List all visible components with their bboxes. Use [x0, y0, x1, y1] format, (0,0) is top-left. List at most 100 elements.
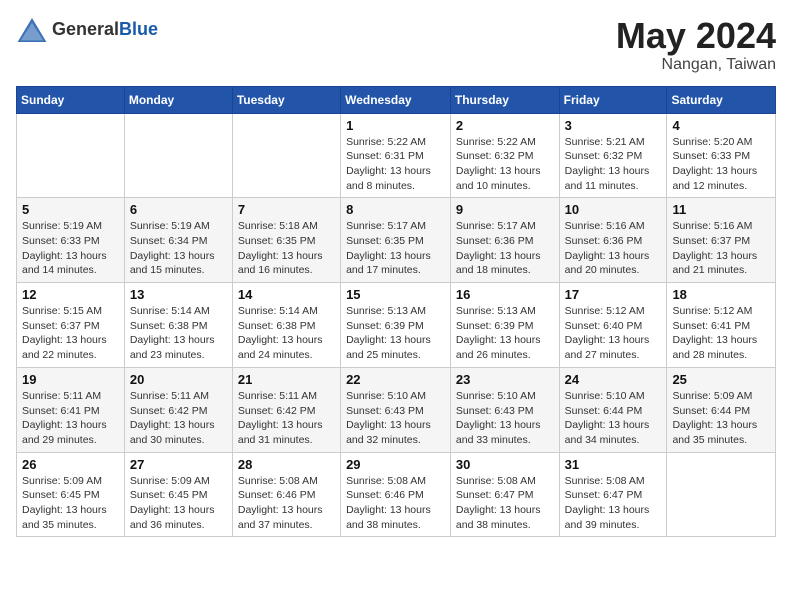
- day-info: Sunrise: 5:16 AMSunset: 6:36 PMDaylight:…: [565, 219, 662, 278]
- calendar-cell: [124, 113, 232, 198]
- day-info: Sunrise: 5:18 AMSunset: 6:35 PMDaylight:…: [238, 219, 335, 278]
- day-info: Sunrise: 5:13 AMSunset: 6:39 PMDaylight:…: [346, 304, 445, 363]
- day-number: 11: [672, 202, 770, 217]
- day-info: Sunrise: 5:08 AMSunset: 6:47 PMDaylight:…: [456, 474, 554, 533]
- calendar-cell: 24 Sunrise: 5:10 AMSunset: 6:44 PMDayligh…: [559, 367, 667, 452]
- calendar-cell: 23Sunrise: 5:10 AMSunset: 6:43 PMDayligh…: [450, 367, 559, 452]
- logo: GeneralBlue: [16, 16, 158, 44]
- day-number: 3: [565, 118, 662, 133]
- day-number: 25: [672, 372, 770, 387]
- day-number: 28: [238, 457, 335, 472]
- day-info: Sunrise: 5:17 AMSunset: 6:36 PMDaylight:…: [456, 219, 554, 278]
- calendar-cell: 27Sunrise: 5:09 AMSunset: 6:45 PMDayligh…: [124, 452, 232, 537]
- day-number: 31: [565, 457, 662, 472]
- calendar-cell: 10 Sunrise: 5:16 AMSunset: 6:36 PMDayligh…: [559, 198, 667, 283]
- calendar-week-row: 26 Sunrise: 5:09 AMSunset: 6:45 PMDayligh…: [17, 452, 776, 537]
- calendar-cell: [17, 113, 125, 198]
- day-info: Sunrise: 5:19 AMSunset: 6:34 PMDaylight:…: [130, 219, 227, 278]
- calendar-cell: 21Sunrise: 5:11 AMSunset: 6:42 PMDayligh…: [232, 367, 340, 452]
- day-number: 8: [346, 202, 445, 217]
- day-info: Sunrise: 5:09 AMSunset: 6:44 PMDaylight:…: [672, 389, 770, 448]
- day-number: 4: [672, 118, 770, 133]
- day-info: Sunrise: 5:20 AMSunset: 6:33 PMDaylight:…: [672, 135, 770, 194]
- day-info: Sunrise: 5:21 AMSunset: 6:32 PMDaylight:…: [565, 135, 662, 194]
- day-number: 18: [672, 287, 770, 302]
- calendar-cell: 17 Sunrise: 5:12 AMSunset: 6:40 PMDayligh…: [559, 283, 667, 368]
- calendar-cell: 12Sunrise: 5:15 AMSunset: 6:37 PMDayligh…: [17, 283, 125, 368]
- day-number: 26: [22, 457, 119, 472]
- day-info: Sunrise: 5:14 AMSunset: 6:38 PMDaylight:…: [130, 304, 227, 363]
- day-number: 17: [565, 287, 662, 302]
- day-info: Sunrise: 5:11 AMSunset: 6:42 PMDaylight:…: [130, 389, 227, 448]
- day-number: 13: [130, 287, 227, 302]
- day-info: Sunrise: 5:10 AMSunset: 6:44 PMDaylight:…: [565, 389, 662, 448]
- calendar-week-row: 5 Sunrise: 5:19 AMSunset: 6:33 PMDaylight…: [17, 198, 776, 283]
- calendar-cell: [232, 113, 340, 198]
- day-info: Sunrise: 5:12 AMSunset: 6:41 PMDaylight:…: [672, 304, 770, 363]
- calendar-cell: 5 Sunrise: 5:19 AMSunset: 6:33 PMDaylight…: [17, 198, 125, 283]
- logo-general: General: [52, 19, 119, 39]
- weekday-header: Sunday: [17, 86, 125, 113]
- day-number: 16: [456, 287, 554, 302]
- day-number: 22: [346, 372, 445, 387]
- calendar-cell: 20Sunrise: 5:11 AMSunset: 6:42 PMDayligh…: [124, 367, 232, 452]
- day-info: Sunrise: 5:12 AMSunset: 6:40 PMDaylight:…: [565, 304, 662, 363]
- weekday-header: Monday: [124, 86, 232, 113]
- day-number: 7: [238, 202, 335, 217]
- day-number: 9: [456, 202, 554, 217]
- day-info: Sunrise: 5:09 AMSunset: 6:45 PMDaylight:…: [130, 474, 227, 533]
- title-block: May 2024 Nangan, Taiwan: [616, 16, 776, 74]
- day-info: Sunrise: 5:19 AMSunset: 6:33 PMDaylight:…: [22, 219, 119, 278]
- day-info: Sunrise: 5:11 AMSunset: 6:42 PMDaylight:…: [238, 389, 335, 448]
- calendar-cell: 2 Sunrise: 5:22 AMSunset: 6:32 PMDaylight…: [450, 113, 559, 198]
- calendar-cell: 19 Sunrise: 5:11 AMSunset: 6:41 PMDayligh…: [17, 367, 125, 452]
- day-number: 2: [456, 118, 554, 133]
- calendar-week-row: 12Sunrise: 5:15 AMSunset: 6:37 PMDayligh…: [17, 283, 776, 368]
- weekday-header: Saturday: [667, 86, 776, 113]
- location-title: Nangan, Taiwan: [616, 56, 776, 74]
- weekday-header: Thursday: [450, 86, 559, 113]
- page-header: GeneralBlue May 2024 Nangan, Taiwan: [16, 16, 776, 74]
- day-number: 24: [565, 372, 662, 387]
- day-info: Sunrise: 5:08 AMSunset: 6:46 PMDaylight:…: [238, 474, 335, 533]
- calendar-cell: 15Sunrise: 5:13 AMSunset: 6:39 PMDayligh…: [341, 283, 451, 368]
- calendar-cell: 13 Sunrise: 5:14 AMSunset: 6:38 PMDayligh…: [124, 283, 232, 368]
- calendar-cell: 29Sunrise: 5:08 AMSunset: 6:46 PMDayligh…: [341, 452, 451, 537]
- day-number: 12: [22, 287, 119, 302]
- day-info: Sunrise: 5:14 AMSunset: 6:38 PMDaylight:…: [238, 304, 335, 363]
- day-info: Sunrise: 5:22 AMSunset: 6:32 PMDaylight:…: [456, 135, 554, 194]
- calendar-cell: 9 Sunrise: 5:17 AMSunset: 6:36 PMDaylight…: [450, 198, 559, 283]
- day-number: 29: [346, 457, 445, 472]
- day-number: 14: [238, 287, 335, 302]
- calendar-cell: [667, 452, 776, 537]
- day-info: Sunrise: 5:13 AMSunset: 6:39 PMDaylight:…: [456, 304, 554, 363]
- logo-icon: [16, 16, 48, 44]
- calendar-cell: 8 Sunrise: 5:17 AMSunset: 6:35 PMDaylight…: [341, 198, 451, 283]
- day-info: Sunrise: 5:17 AMSunset: 6:35 PMDaylight:…: [346, 219, 445, 278]
- day-info: Sunrise: 5:10 AMSunset: 6:43 PMDaylight:…: [456, 389, 554, 448]
- month-title: May 2024: [616, 16, 776, 56]
- calendar-cell: 18 Sunrise: 5:12 AMSunset: 6:41 PMDayligh…: [667, 283, 776, 368]
- logo-text: GeneralBlue: [52, 20, 158, 40]
- calendar-cell: 26Sunrise: 5:09 AMSunset: 6:45 PMDayligh…: [17, 452, 125, 537]
- calendar-table: SundayMondayTuesdayWednesdayThursdayFrid…: [16, 86, 776, 538]
- day-info: Sunrise: 5:22 AMSunset: 6:31 PMDaylight:…: [346, 135, 445, 194]
- day-number: 6: [130, 202, 227, 217]
- calendar-cell: 7 Sunrise: 5:18 AMSunset: 6:35 PMDaylight…: [232, 198, 340, 283]
- day-info: Sunrise: 5:16 AMSunset: 6:37 PMDaylight:…: [672, 219, 770, 278]
- calendar-cell: 6 Sunrise: 5:19 AMSunset: 6:34 PMDaylight…: [124, 198, 232, 283]
- day-number: 1: [346, 118, 445, 133]
- day-info: Sunrise: 5:11 AMSunset: 6:41 PMDaylight:…: [22, 389, 119, 448]
- calendar-cell: 30 Sunrise: 5:08 AMSunset: 6:47 PMDayligh…: [450, 452, 559, 537]
- calendar-week-row: 19 Sunrise: 5:11 AMSunset: 6:41 PMDayligh…: [17, 367, 776, 452]
- calendar-cell: 3 Sunrise: 5:21 AMSunset: 6:32 PMDaylight…: [559, 113, 667, 198]
- calendar-cell: 31Sunrise: 5:08 AMSunset: 6:47 PMDayligh…: [559, 452, 667, 537]
- calendar-cell: 22 Sunrise: 5:10 AMSunset: 6:43 PMDayligh…: [341, 367, 451, 452]
- day-number: 5: [22, 202, 119, 217]
- day-number: 10: [565, 202, 662, 217]
- weekday-header: Tuesday: [232, 86, 340, 113]
- day-number: 19: [22, 372, 119, 387]
- day-info: Sunrise: 5:10 AMSunset: 6:43 PMDaylight:…: [346, 389, 445, 448]
- weekday-header: Friday: [559, 86, 667, 113]
- day-number: 30: [456, 457, 554, 472]
